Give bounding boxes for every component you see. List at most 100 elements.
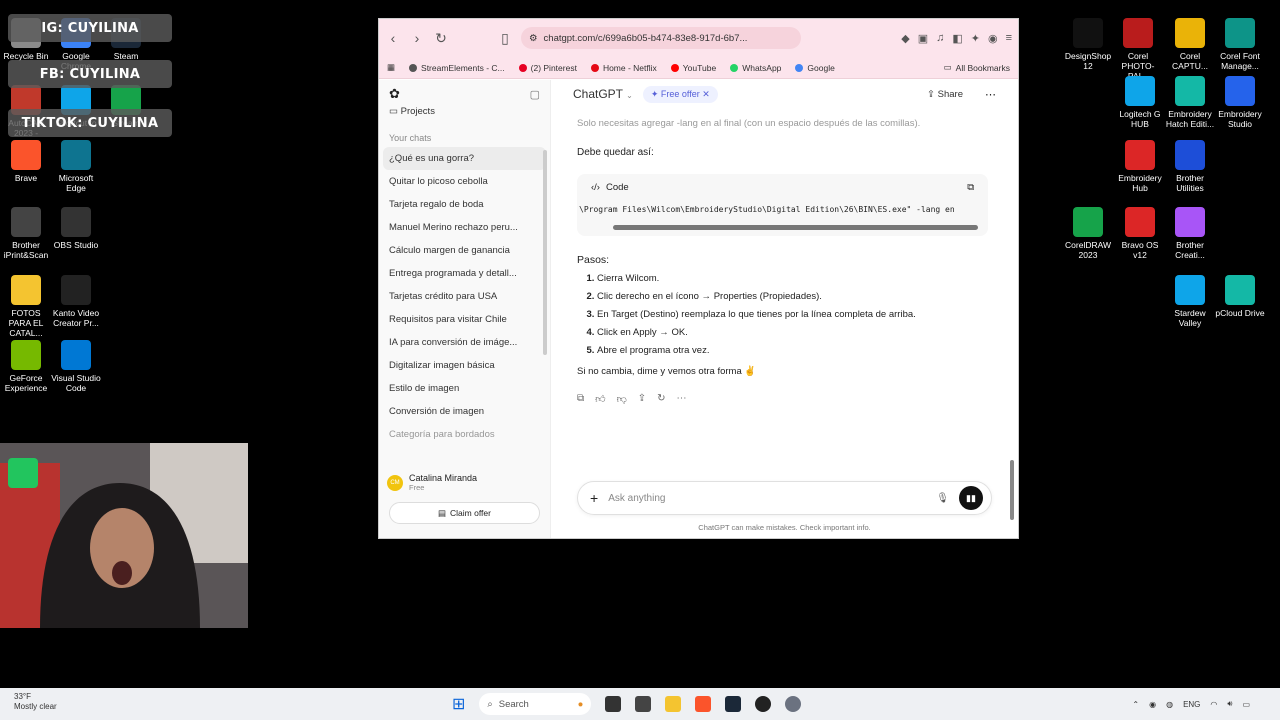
right-desktop-icon[interactable]: pCloud Drive (1214, 275, 1266, 318)
chat-list-item[interactable]: IA para conversión de imáge... (379, 331, 550, 354)
right-desktop-icon[interactable]: Corel PHOTO-PAI... (1112, 18, 1164, 81)
wifi-icon[interactable]: ◠ (1210, 700, 1217, 709)
forward-icon[interactable]: › (409, 30, 425, 46)
copy-icon[interactable]: ⧉ (577, 393, 584, 405)
extension-icon-5[interactable]: ✦ (971, 32, 980, 45)
chat-list-item[interactable]: Quitar lo picoso cebolla (379, 170, 550, 193)
left-desktop-icon[interactable]: Brother iPrint&Scan (0, 207, 52, 260)
extension-icon-2[interactable]: ▣ (918, 32, 928, 45)
left-desktop-icon[interactable]: Visual Studio Code (50, 340, 102, 393)
tray-icon[interactable]: ◍ (1166, 700, 1173, 709)
right-desktop-icon[interactable]: CorelDRAW 2023 (1062, 207, 1114, 260)
taskbar-search[interactable]: ⌕ Search ● (479, 693, 592, 715)
plus-icon[interactable]: + (590, 490, 598, 506)
url-field[interactable]: ⚙ chatgpt.com/c/699a6b05-b474-83e8-917d-… (521, 27, 801, 49)
code-scrollbar[interactable] (613, 225, 978, 230)
reload-icon[interactable]: ↻ (433, 30, 449, 47)
windows-start-icon[interactable]: ⊞ (452, 694, 465, 714)
openai-logo-icon[interactable]: ✿ (389, 86, 400, 102)
left-desktop-icon[interactable]: Microsoft Edge (50, 140, 102, 193)
close-icon[interactable]: ✕ (702, 89, 710, 99)
left-desktop-icon[interactable]: Brave (0, 140, 52, 183)
search-icon: ⌕ (487, 698, 493, 710)
obs-icon[interactable] (755, 696, 772, 712)
chat-list-item[interactable]: Cálculo margen de ganancia (379, 239, 550, 262)
chat-list-item[interactable]: Requisitos para visitar Chile (379, 308, 550, 331)
file-explorer-icon[interactable] (665, 696, 682, 712)
chat-list-item[interactable]: Manuel Merino rechazo peru... (379, 216, 550, 239)
left-desktop-icon[interactable]: GeForce Experience (0, 340, 52, 393)
bookmark-streamelements[interactable]: StreamElements - C... (409, 63, 505, 73)
share-icon[interactable]: ⇪ (638, 393, 646, 405)
right-desktop-icon[interactable]: Logitech G HUB (1114, 76, 1166, 129)
profile-icon[interactable]: ◉ (988, 32, 998, 45)
bookmark-google[interactable]: Google (795, 63, 835, 73)
site-info-icon[interactable]: ⚙ (529, 33, 538, 44)
right-desktop-icon[interactable]: Embroidery Hatch Editi... (1164, 76, 1216, 129)
task-view-icon[interactable] (605, 696, 622, 712)
chat-list-item[interactable]: ¿Qué es una gorra? (383, 147, 546, 170)
more-icon[interactable]: ⋯ (677, 393, 687, 405)
thumbs-up-icon[interactable]: 👍︎ (595, 393, 605, 405)
left-desktop-icon[interactable]: OBS Studio (50, 207, 102, 250)
volume-icon[interactable]: 🔊︎ (1227, 699, 1232, 709)
brave-icon[interactable] (695, 696, 712, 712)
sidebar-scrollbar[interactable] (543, 150, 547, 355)
composer-input[interactable]: Ask anything (608, 493, 926, 504)
chat-list-item[interactable]: Entrega programada y detall... (379, 262, 550, 285)
right-desktop-icon[interactable]: Brother Utilities (1164, 140, 1216, 193)
copy-code-icon[interactable]: ⧉ (967, 182, 974, 193)
chat-list-item[interactable]: Tarjetas crédito para USA (379, 285, 550, 308)
bookmark-icon[interactable]: ▯ (497, 30, 513, 47)
bookmark-pinterest[interactable]: (2) Pinterest (518, 63, 577, 73)
bookmark-netflix[interactable]: Home - Netflix (590, 63, 657, 73)
chat-list-item[interactable]: Digitalizar imagen básica (379, 354, 550, 377)
language-indicator[interactable]: ENG (1183, 700, 1200, 709)
extension-icon-4[interactable]: ◧ (952, 32, 962, 45)
right-desktop-icon[interactable]: Brother Creati... (1164, 207, 1216, 260)
steam-icon[interactable] (725, 696, 742, 712)
regenerate-icon[interactable]: ↻ (657, 393, 665, 405)
bookmark-youtube[interactable]: YouTube (670, 63, 716, 73)
settings-icon[interactable] (785, 696, 802, 712)
chat-list-item[interactable]: Tarjeta regalo de boda (379, 193, 550, 216)
free-offer-badge[interactable]: ✦ Free offer ✕ (642, 85, 718, 103)
model-selector[interactable]: ChatGPT ⌄ (573, 87, 633, 101)
bookmark-whatsapp[interactable]: WhatsApp (730, 63, 781, 73)
right-desktop-icon[interactable]: Corel CAPTU... (1164, 18, 1216, 71)
extension-icon-3[interactable]: ♫ (936, 32, 944, 45)
right-desktop-icon[interactable]: Embroidery Studio (1214, 76, 1266, 129)
network-tray-icon[interactable]: ◉ (1149, 700, 1156, 709)
microphone-icon[interactable]: 🎙︎ (936, 493, 949, 504)
user-menu[interactable]: CM Catalina Miranda Free (379, 473, 550, 492)
battery-icon[interactable]: ▭ (1242, 700, 1250, 709)
app-icon (1175, 18, 1205, 48)
composer[interactable]: + Ask anything 🎙︎ ▮▮ (577, 481, 992, 515)
right-desktop-icon[interactable]: Embroidery Hub (1114, 140, 1166, 193)
left-desktop-icon[interactable]: Kanto Video Creator Pr... (50, 275, 102, 328)
apps-icon[interactable]: ▦ (387, 62, 395, 73)
sidebar-projects[interactable]: ▭ Projects (379, 100, 550, 123)
chat-scrollbar[interactable] (1010, 460, 1014, 520)
toggle-sidebar-icon[interactable]: ▢ (530, 88, 540, 101)
all-bookmarks[interactable]: ▭ All Bookmarks (944, 62, 1010, 73)
weather-widget[interactable]: 33°F Mostly clear (14, 692, 57, 712)
right-desktop-icon[interactable]: DesignShop 12 (1062, 18, 1114, 71)
right-desktop-icon[interactable]: Bravo OS v12 (1114, 207, 1166, 260)
chevron-up-icon[interactable]: ⌃ (1132, 700, 1139, 709)
voice-mode-button[interactable]: ▮▮ (959, 486, 983, 510)
right-desktop-icon[interactable]: Corel Font Manage... (1214, 18, 1266, 71)
menu-icon[interactable]: ≡ (1006, 32, 1012, 45)
back-icon[interactable]: ‹ (385, 30, 401, 46)
extension-icon-1[interactable]: ◆ (901, 32, 909, 45)
right-desktop-icon[interactable]: Stardew Valley (1164, 275, 1216, 328)
chat-list-item[interactable]: Conversión de imagen (379, 400, 550, 423)
chat-list-item[interactable]: Estilo de imagen (379, 377, 550, 400)
chat-list-item[interactable]: Categoría para bordados (379, 423, 550, 446)
left-desktop-icon[interactable]: FOTOS PARA EL CATAL... (0, 275, 52, 338)
claim-offer-button[interactable]: ▤ Claim offer (389, 502, 540, 524)
thumbs-down-icon[interactable]: 👎︎ (617, 393, 627, 405)
share-button[interactable]: ⇪ Share (927, 89, 963, 100)
more-options-icon[interactable]: ⋯ (985, 88, 996, 101)
app-icon[interactable] (635, 696, 652, 712)
